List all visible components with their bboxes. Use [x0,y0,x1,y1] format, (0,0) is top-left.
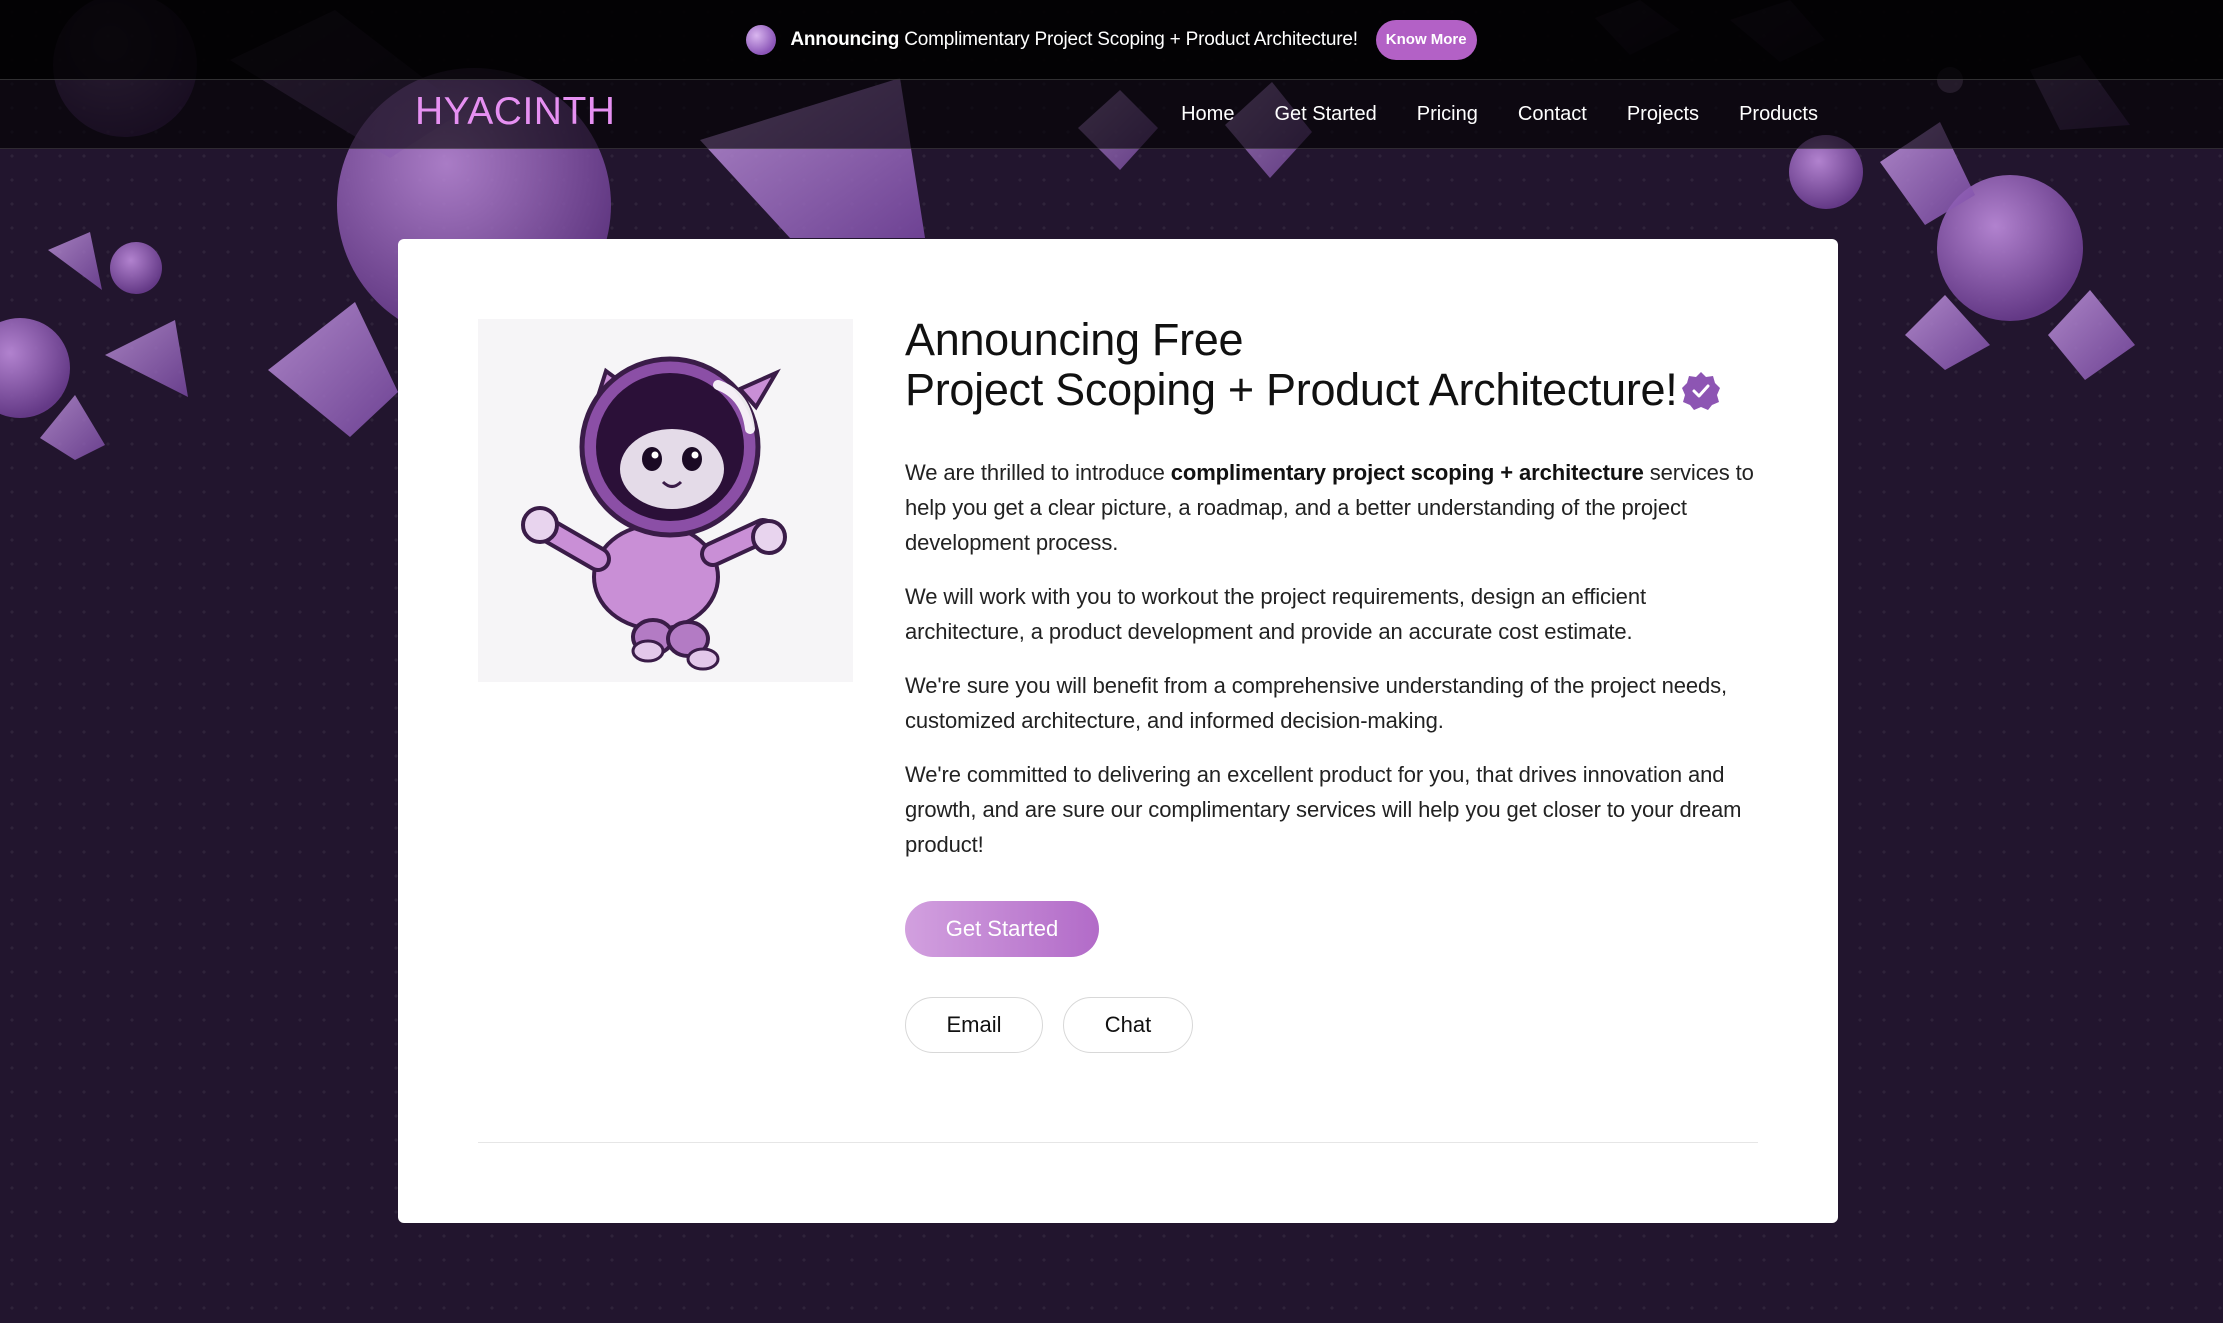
email-button[interactable]: Email [905,997,1043,1053]
astronaut-cat-illustration [478,319,853,682]
nav-home[interactable]: Home [1181,103,1234,126]
nav-contact[interactable]: Contact [1518,103,1587,126]
page-title: Announcing Free Project Scoping + Produc… [905,315,1763,415]
announcement-bold: Announcing [790,28,900,50]
title-line-1: Announcing Free [905,314,1244,365]
purple-orb-icon [746,24,777,55]
title-line-2: Project Scoping + Product Architecture! [905,364,1678,415]
intro-bold: complimentary project scoping + architec… [1170,460,1644,485]
nav-products[interactable]: Products [1739,103,1818,126]
nav-projects[interactable]: Projects [1627,103,1699,126]
hero-content: Announcing Free Project Scoping + Produc… [905,315,1763,1053]
nav-get-started[interactable]: Get Started [1274,103,1376,126]
get-started-button[interactable]: Get Started [905,901,1099,957]
brand-logo[interactable]: HYACINTH [415,90,615,134]
intro-pre: We are thrilled to introduce [905,460,1171,485]
announcement-card: Announcing Free Project Scoping + Produc… [398,239,1838,1223]
nav-links: Home Get Started Pricing Contact Project… [1181,80,1818,148]
commitment-paragraph: We're committed to delivering an excelle… [905,762,1742,857]
contact-buttons: Email Chat [905,997,1763,1053]
nav-pricing[interactable]: Pricing [1417,103,1478,126]
intro-paragraph: We are thrilled to introduce complimenta… [905,455,1763,560]
announcement-text: Announcing Complimentary Project Scoping… [790,28,1358,51]
verified-badge-icon [1682,372,1721,410]
know-more-button[interactable]: Know More [1375,19,1477,60]
announcement-message: Complimentary Project Scoping + Product … [899,28,1358,50]
navbar: HYACINTH Home Get Started Pricing Contac… [0,80,2223,149]
announcement-bar: Announcing Complimentary Project Scoping… [0,0,2223,80]
requirements-paragraph: We will work with you to workout the pro… [905,584,1646,644]
benefits-paragraph: We're sure you will benefit from a compr… [905,673,1728,733]
chat-button[interactable]: Chat [1063,997,1193,1053]
card-divider [478,1142,1758,1143]
